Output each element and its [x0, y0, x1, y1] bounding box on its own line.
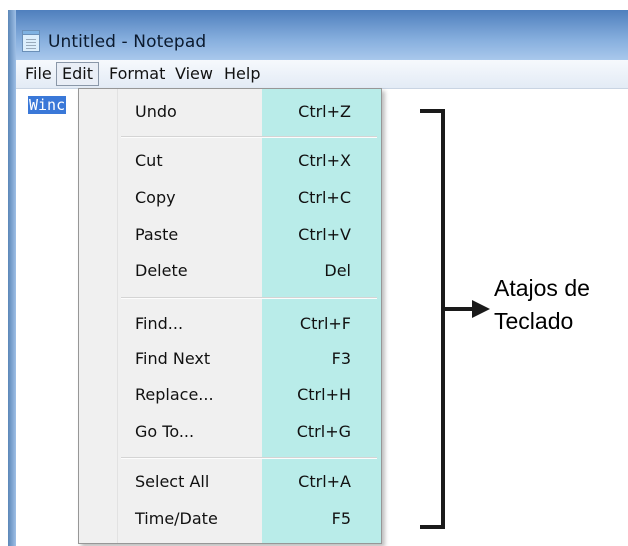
bracket-line [420, 109, 445, 529]
shortcuts-annotation: Atajos de Teclado [494, 272, 590, 338]
annotation-line2: Teclado [494, 308, 574, 334]
annotation-line1: Atajos de [494, 275, 590, 301]
arrow-head-icon [472, 300, 490, 318]
